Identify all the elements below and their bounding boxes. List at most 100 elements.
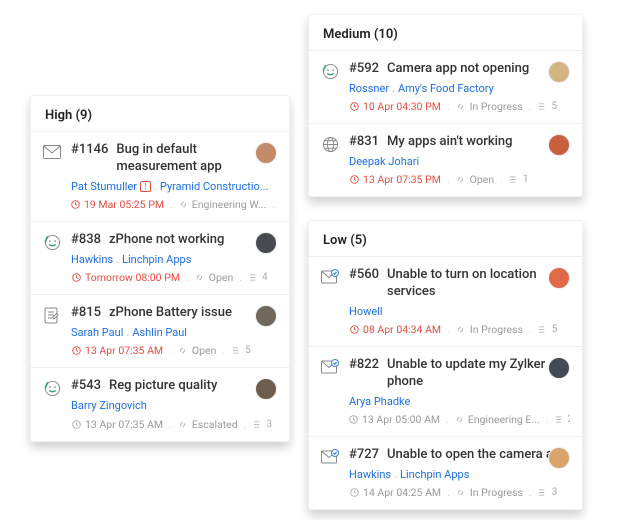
meta-line: 19 Mar 05:25 PM . Engineering W... . 3 [71, 198, 277, 211]
priority-column-medium: Medium (10) #592 Camera app not opening … [308, 14, 583, 197]
clock-icon [71, 346, 81, 356]
thread-count: 4 [262, 272, 268, 283]
thread-icon [538, 325, 548, 335]
ticket-row[interactable]: #815 zPhone Battery issue Sarah Paul.Ash… [31, 294, 289, 367]
contact-name[interactable]: Hawkins [71, 253, 113, 266]
avatar[interactable] [255, 232, 277, 254]
ticket-body: #838 zPhone not working Hawkins.Linchpin… [71, 232, 277, 284]
contact-name[interactable]: Sarah Paul [71, 326, 123, 339]
avatar[interactable] [548, 267, 570, 289]
contact-name[interactable]: Barry Zingovich [71, 399, 147, 412]
account-name[interactable]: Ashlin Paul [132, 326, 187, 339]
meta-line: Tomorrow 08:00 PM . Open . 4 [71, 271, 277, 284]
contact-name[interactable]: Deepak Johari [349, 155, 419, 168]
ticket-body: #727 Unable to open the camera app Hawki… [349, 447, 570, 499]
due-text: 19 Mar 05:25 PM [84, 198, 164, 211]
avatar[interactable] [548, 357, 570, 379]
envelope-check-icon [321, 358, 339, 376]
clock-icon [349, 415, 358, 425]
contact-name[interactable]: Rossner [349, 82, 389, 95]
ticket-body: #822 Unable to update my Zylker phone Ar… [349, 357, 570, 426]
ticket-id: #838 [71, 232, 101, 249]
ticket-subject: Camera app not opening [387, 61, 529, 78]
thread-icon [538, 488, 548, 498]
clock-icon [71, 419, 81, 429]
column-title: Medium (10) [309, 15, 582, 50]
ticket-row[interactable]: #1146 Bug in default measurement app Pat… [31, 131, 289, 221]
ticket-row[interactable]: #838 zPhone not working Hawkins.Linchpin… [31, 221, 289, 294]
due-text: 13 Apr 05:00 AM [362, 413, 440, 426]
ticket-body: #831 My apps ain't working Deepak Johari… [349, 134, 570, 186]
ticket-row[interactable]: #592 Camera app not opening Rossner.Amy'… [309, 50, 582, 123]
contact-line: Hawkins.Linchpin Apps [71, 253, 277, 267]
account-name[interactable]: Amy's Food Factory [398, 82, 494, 95]
ticket-body: #1146 Bug in default measurement app Pat… [71, 142, 277, 211]
thread-count: 5 [245, 345, 251, 356]
ticket-id: #560 [349, 267, 379, 284]
face-icon [43, 233, 61, 251]
ticket-body: #592 Camera app not opening Rossner.Amy'… [349, 61, 570, 113]
clock-icon [71, 273, 81, 283]
ticket-row[interactable]: #831 My apps ain't working Deepak Johari… [309, 123, 582, 196]
clock-icon [349, 102, 359, 112]
meta-line: 10 Apr 04:30 PM . In Progress . 5 [349, 100, 570, 113]
ticket-row[interactable]: #560 Unable to turn on location services… [309, 256, 582, 346]
link-icon [195, 273, 205, 283]
ticket-row[interactable]: #822 Unable to update my Zylker phone Ar… [309, 346, 582, 436]
thread-icon [538, 102, 548, 112]
contact-line: Barry Zingovich [71, 399, 277, 413]
clock-icon [349, 488, 359, 498]
contact-name[interactable]: Arya Phadke [349, 395, 410, 408]
status-text: Open [209, 271, 234, 284]
link-icon [456, 488, 466, 498]
meta-line: 13 Apr 07:35 AM . Escalated . 3 [71, 418, 277, 431]
contact-line: Rossner.Amy's Food Factory [349, 82, 570, 96]
account-name[interactable]: Linchpin Apps [400, 468, 469, 481]
clock-icon [349, 325, 359, 335]
account-name[interactable]: Pyramid Constructio... [160, 180, 269, 193]
due-text: 14 Apr 04:25 AM [363, 486, 441, 499]
contact-name[interactable]: Pat Stumuller [71, 180, 137, 193]
thread-count: 1 [523, 174, 529, 185]
priority-column-low: Low (5) #560 Unable to turn on location … [308, 220, 583, 510]
account-name[interactable]: Linchpin Apps [122, 253, 191, 266]
column-title-text: Medium [323, 27, 371, 42]
status-text: In Progress [470, 323, 523, 336]
face-icon [321, 62, 339, 80]
column-count: (9) [75, 108, 92, 123]
thread-icon [252, 419, 262, 429]
due-text: 13 Apr 07:35 AM [85, 344, 163, 357]
ticket-id: #592 [349, 61, 379, 78]
contact-name[interactable]: Howell [349, 305, 383, 318]
ticket-id: #815 [71, 305, 101, 322]
ticket-id: #1146 [71, 142, 108, 159]
column-count: (10) [374, 27, 398, 42]
meta-line: 13 Apr 07:35 AM . Open . 5 [71, 344, 277, 357]
avatar[interactable] [548, 447, 570, 469]
ticket-id: #727 [349, 447, 379, 464]
avatar[interactable] [548, 61, 570, 83]
link-icon [178, 346, 188, 356]
ticket-subject: Unable to update my Zylker phone [387, 357, 570, 391]
meta-line: 13 Apr 07:35 PM . Open . 1 [349, 173, 570, 186]
status-text: In Progress [470, 486, 523, 499]
column-title-text: Low [323, 233, 347, 248]
ticket-body: #543 Reg picture quality Barry Zingovich… [71, 378, 277, 430]
avatar[interactable] [255, 142, 277, 164]
ticket-row[interactable]: #727 Unable to open the camera app Hawki… [309, 436, 582, 509]
link-icon [456, 175, 466, 185]
link-icon [456, 102, 466, 112]
ticket-id: #831 [349, 134, 379, 151]
contact-line: Pat Stumuller!.Pyramid Constructio... [71, 180, 277, 194]
thread-icon [509, 175, 519, 185]
status-text: In Progress [470, 100, 523, 113]
clock-icon [71, 200, 80, 210]
status-text: Escalated [192, 418, 238, 431]
thread-icon [555, 415, 564, 425]
status-text: Open [470, 173, 495, 186]
ticket-subject: zPhone not working [109, 232, 224, 249]
contact-name[interactable]: Hawkins [349, 468, 391, 481]
thread-count: 3 [266, 419, 272, 430]
ticket-row[interactable]: #543 Reg picture quality Barry Zingovich… [31, 367, 289, 440]
status-text: Open [192, 344, 217, 357]
